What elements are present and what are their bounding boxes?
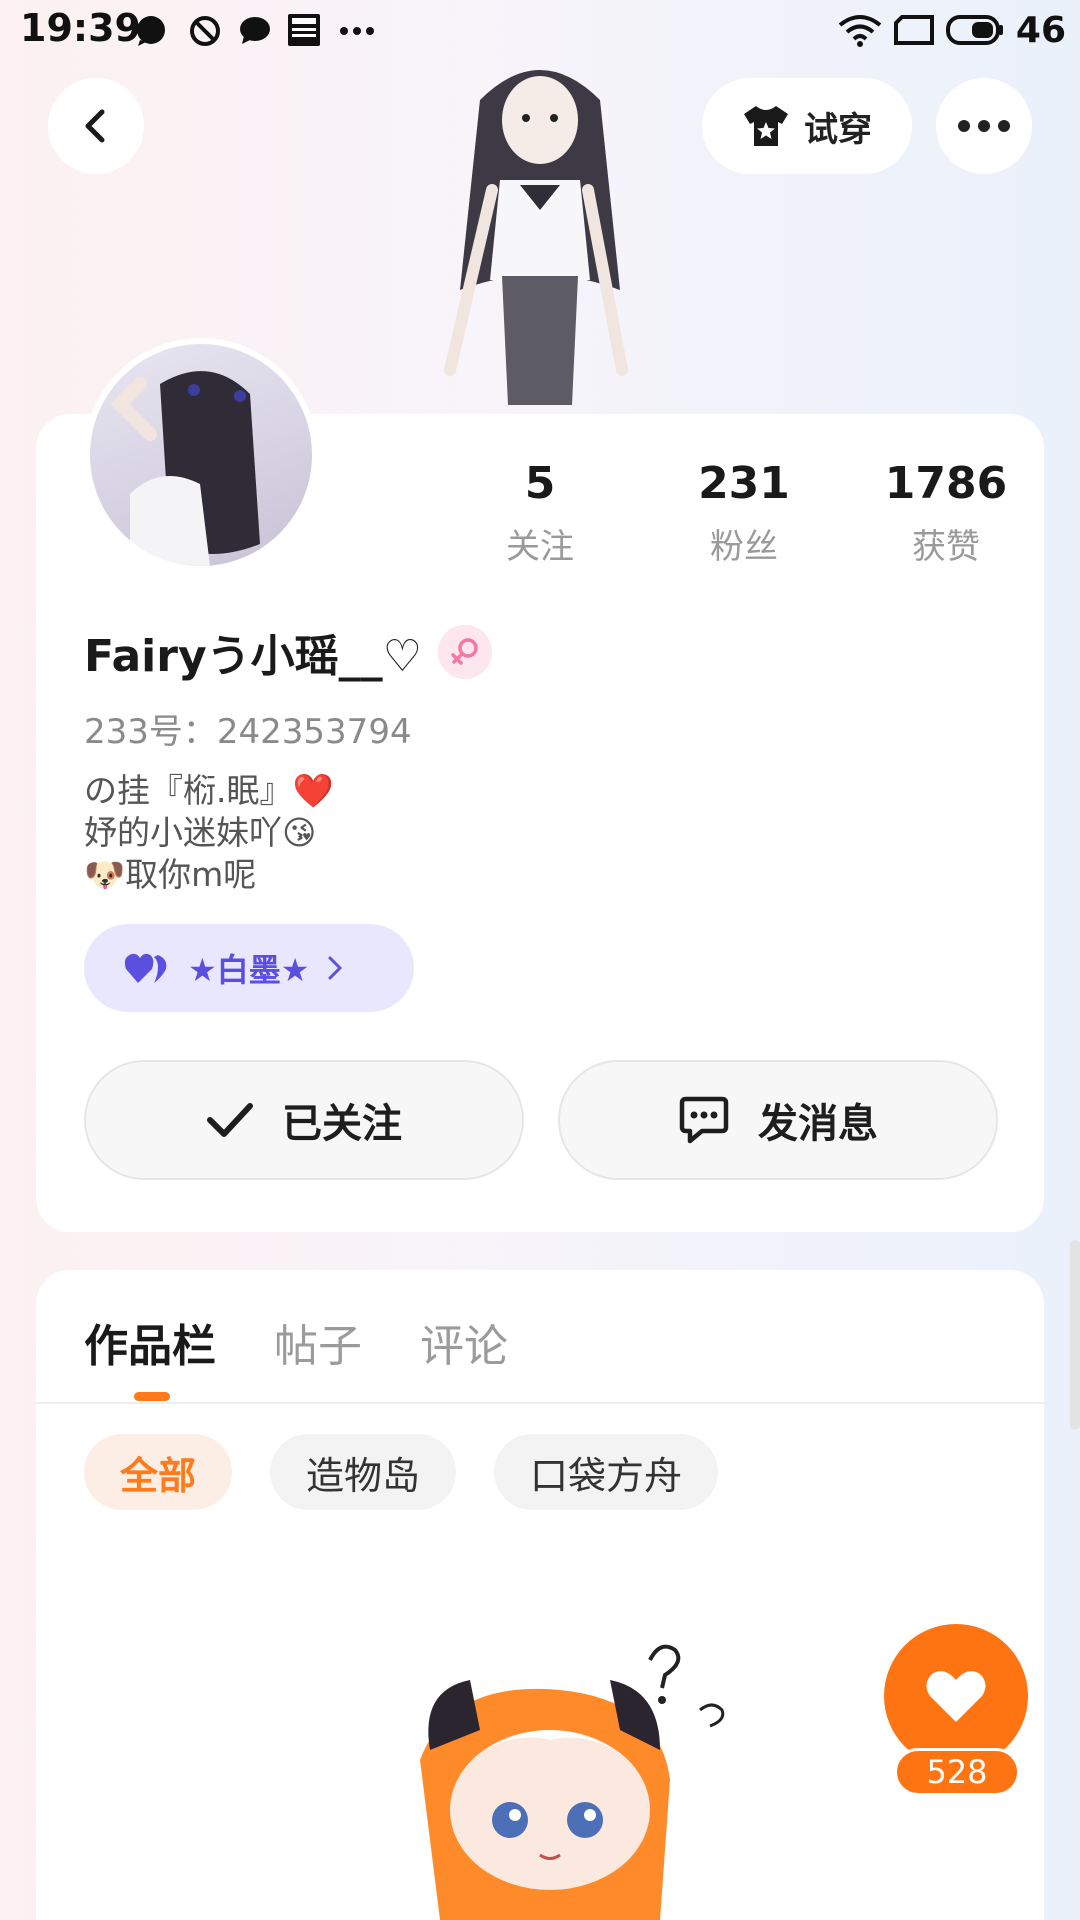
active-tab-indicator	[134, 1392, 170, 1401]
try-on-label: 试穿	[804, 109, 872, 150]
stat-followers-value: 231	[698, 458, 790, 509]
followed-button[interactable]: 已关注	[84, 1060, 524, 1180]
bio-line: の挂『椼.眠』❤️	[84, 771, 334, 810]
status-bar: 19:39 46	[0, 0, 1080, 60]
profile-stats: 5 关注 231 粉丝 1786 获赞	[440, 458, 1020, 568]
stat-followers[interactable]: 231 粉丝	[644, 458, 844, 568]
female-icon	[451, 638, 478, 665]
more-dots-icon	[958, 120, 970, 132]
chevron-right-icon	[328, 956, 342, 980]
stat-following[interactable]: 5 关注	[440, 458, 640, 568]
bio-line: 妤的小迷妹吖😘	[84, 813, 317, 852]
chevron-left-icon	[85, 109, 105, 143]
bio-line: 🐶取你m呢	[84, 855, 257, 894]
followed-label: 已关注	[282, 1101, 402, 1147]
like-count: 528	[894, 1748, 1020, 1796]
stat-following-label: 关注	[506, 527, 574, 567]
empty-state-mascot	[420, 1644, 725, 1920]
more-dot	[978, 120, 990, 132]
relation-label: ★白墨★	[188, 951, 310, 989]
user-id[interactable]: 233号：242353794	[84, 704, 412, 753]
avatar[interactable]	[84, 338, 318, 572]
username-row: Fairyう小瑶__♡	[84, 622, 493, 682]
avatar-3d-character[interactable]	[410, 60, 670, 420]
try-on-button[interactable]: 试穿	[702, 78, 912, 174]
more-dots-icon	[340, 27, 374, 35]
relation-chip[interactable]: ★白墨★	[84, 924, 414, 1012]
message-icon	[240, 17, 270, 44]
more-dot	[998, 120, 1010, 132]
send-message-button[interactable]: 发消息	[558, 1060, 998, 1180]
filter-chip-all[interactable]: 全部	[84, 1434, 233, 1510]
tshirt-star-icon	[744, 106, 788, 146]
check-icon	[207, 1103, 253, 1137]
stat-likes[interactable]: 1786 获赞	[846, 458, 1046, 568]
tab-comments[interactable]: 评论	[420, 1310, 508, 1372]
scroll-handle[interactable]	[1070, 1240, 1080, 1430]
send-message-label: 发消息	[758, 1101, 878, 1147]
news-icon	[288, 14, 320, 46]
like-button[interactable]	[884, 1624, 1028, 1768]
content-tabs: 作品栏 帖子 评论	[84, 1310, 508, 1372]
gender-badge	[438, 625, 493, 679]
chat-icon	[679, 1096, 729, 1144]
tab-posts[interactable]: 帖子	[274, 1310, 362, 1372]
username: Fairyう小瑶__♡	[84, 631, 423, 682]
chat-bubble-icon	[137, 16, 165, 46]
screen-icon	[893, 15, 934, 45]
more-options-button[interactable]	[936, 78, 1032, 174]
heart-icon	[926, 1671, 986, 1722]
battery-level: 46	[1015, 9, 1066, 51]
bio: の挂『椼.眠』❤️ 妤的小迷妹吖😘 🐶取你m呢	[84, 770, 334, 896]
back-button[interactable]	[48, 78, 144, 174]
stat-followers-label: 粉丝	[710, 527, 778, 567]
status-time: 19:39	[20, 6, 141, 50]
tab-divider	[36, 1402, 1044, 1404]
battery-icon	[945, 15, 1003, 45]
tab-works[interactable]: 作品栏	[84, 1310, 216, 1372]
avatar-image	[90, 344, 312, 566]
filter-chips: 全部 造物岛 口袋方舟	[84, 1434, 719, 1510]
stat-likes-label: 获赞	[912, 527, 980, 567]
stat-following-value: 5	[524, 458, 556, 509]
dnd-icon	[190, 16, 220, 46]
filter-chip-island[interactable]: 造物岛	[270, 1434, 457, 1510]
avatar-character-illustration	[110, 371, 260, 566]
wifi-icon	[838, 15, 882, 47]
filter-chip-ark[interactable]: 口袋方舟	[494, 1434, 719, 1510]
stat-likes-value: 1786	[884, 458, 1008, 509]
double-heart-icon	[124, 953, 167, 983]
